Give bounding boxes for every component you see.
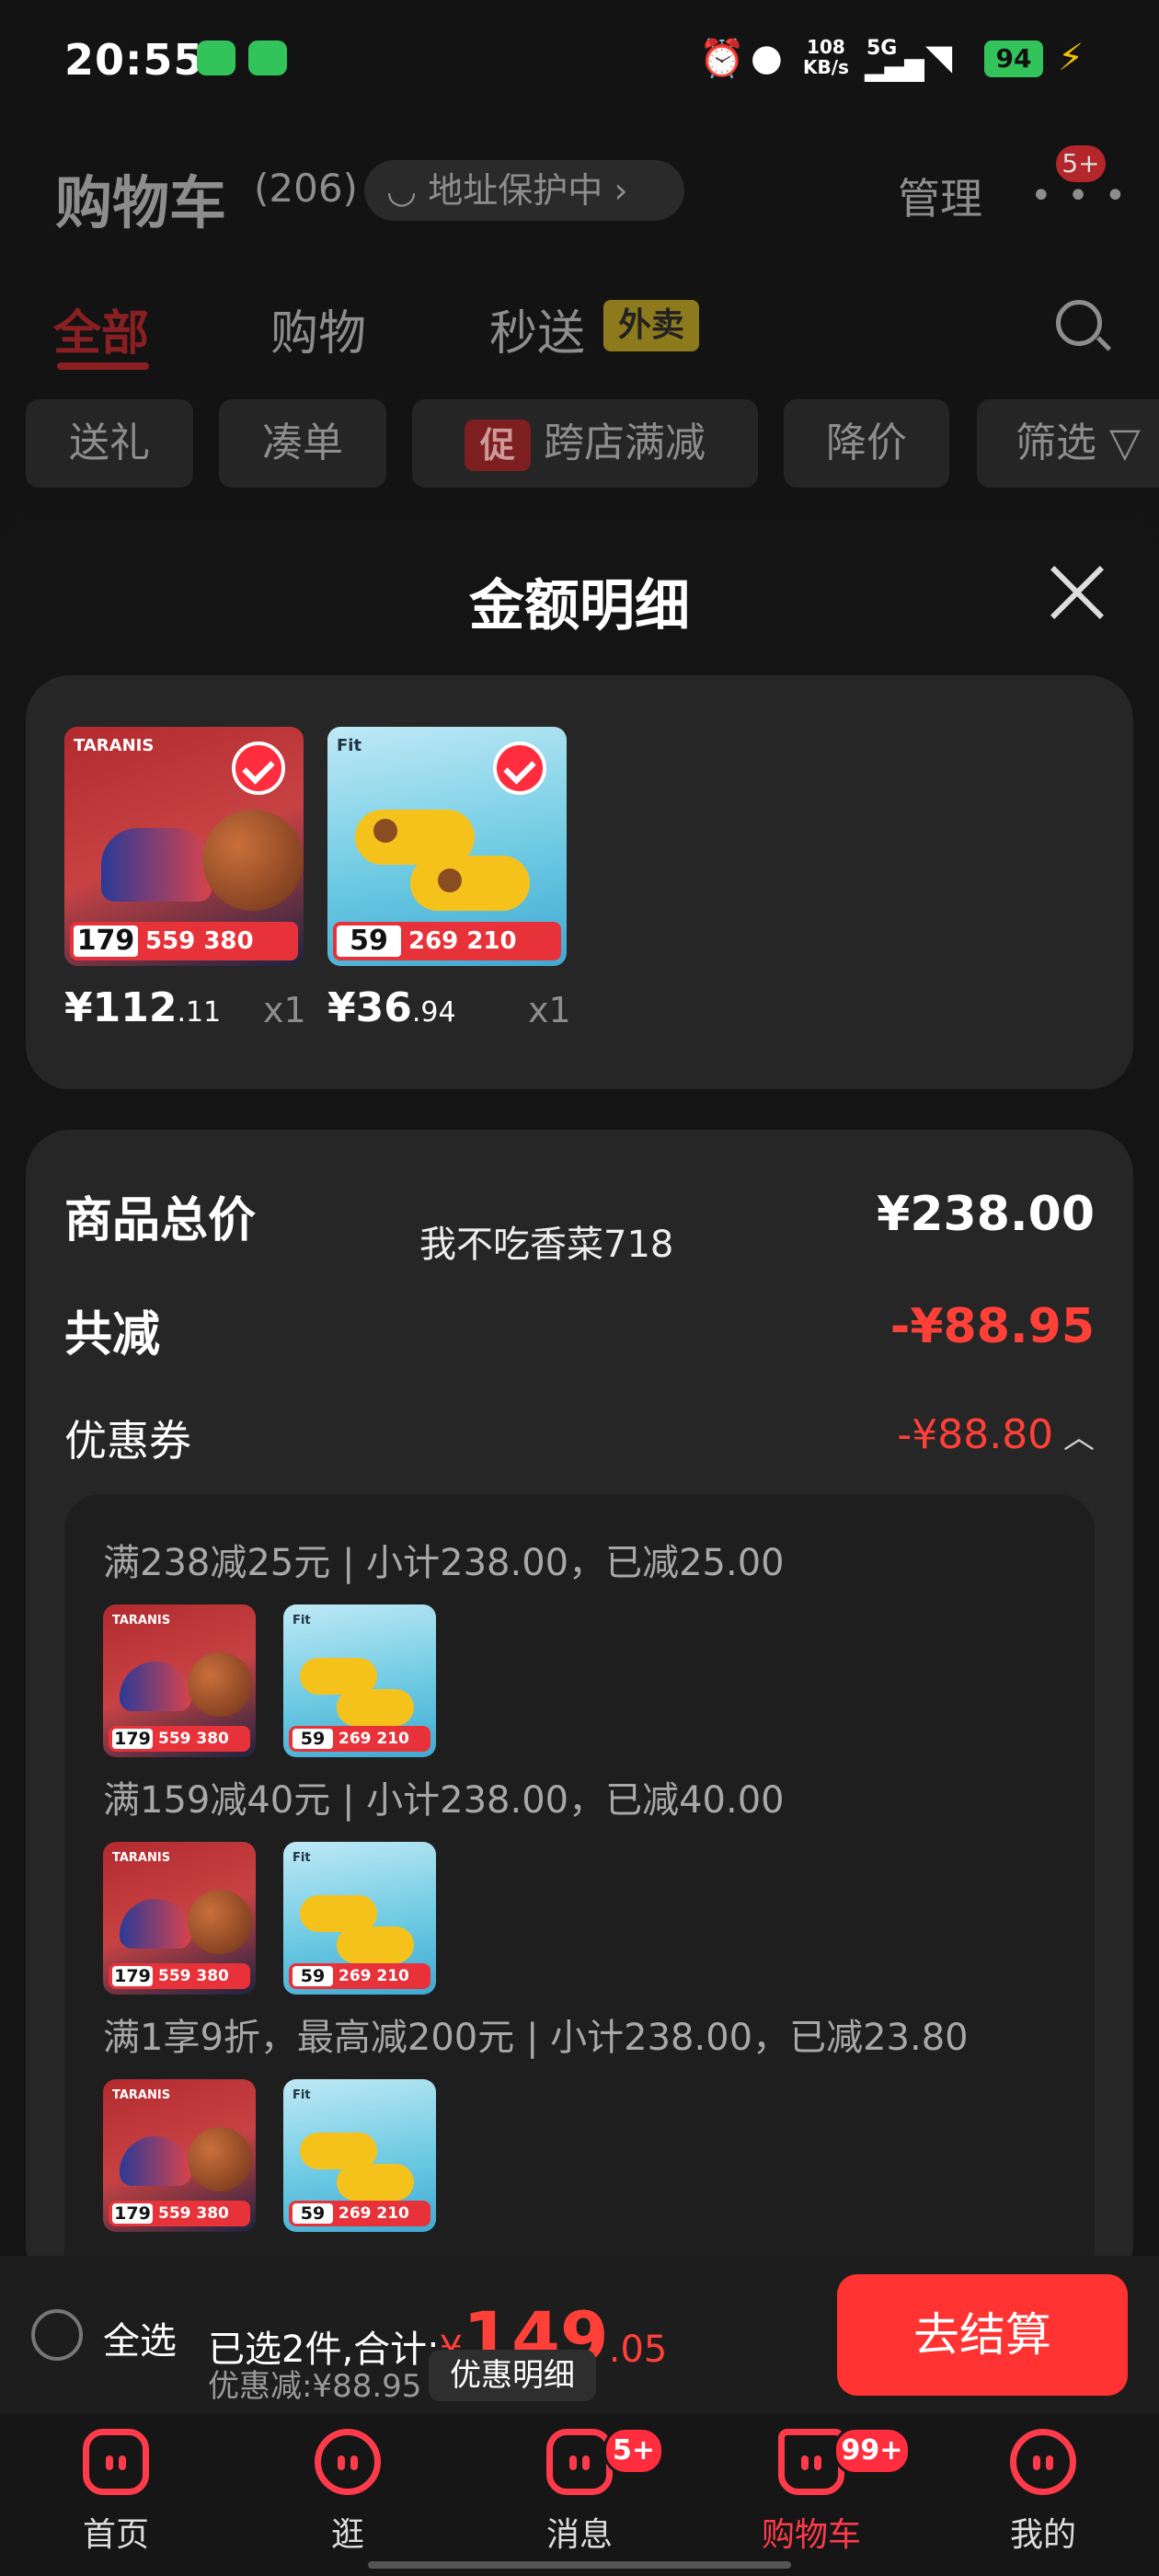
tab-shopping[interactable]: 购物: [270, 294, 366, 363]
checkout-button[interactable]: 去结算: [837, 2274, 1128, 2396]
cart-badge: 99+: [833, 2427, 911, 2475]
coupon-rule: 满238减25元 | 小计238.00，已减25.00: [103, 1542, 785, 1584]
profile-icon: [1010, 2429, 1076, 2495]
select-all-label[interactable]: 全选: [103, 2311, 177, 2364]
home-icon: [83, 2429, 149, 2495]
item-quantity: x1: [263, 990, 306, 1030]
coupon-product-thumb: Fit 59 269 210: [283, 1604, 436, 1757]
nav-profile[interactable]: 我的: [970, 2429, 1117, 2556]
manage-button[interactable]: 管理: [898, 166, 982, 226]
coupon-product-thumb: TARANIS 179 559 380: [103, 1842, 256, 1995]
coupon-product-thumb: Fit 59 269 210: [283, 2079, 436, 2232]
signal-icon: ▂▄▆: [865, 52, 924, 82]
status-time: 20:55: [64, 35, 204, 85]
net-speed: 108 KB/s: [803, 36, 849, 78]
wechat-icon: [248, 40, 287, 75]
cart-count: (206): [254, 166, 358, 211]
nav-browse[interactable]: 逛: [274, 2429, 421, 2556]
messages-badge: 5+: [603, 2427, 664, 2475]
item-quantity: x1: [528, 990, 571, 1030]
coupon-product-thumb: TARANIS 179 559 380: [103, 2079, 256, 2232]
chip-filter[interactable]: 筛选 ▽: [977, 399, 1159, 488]
saved-value: -¥88.95: [889, 1299, 1095, 1354]
promo-icon: 促: [465, 420, 531, 471]
location-icon: ●: [751, 37, 783, 79]
selected-check-icon: [493, 742, 546, 795]
address-protection-pill[interactable]: ◡ 地址保护中 ›: [364, 160, 684, 221]
message-icon: [546, 2429, 613, 2495]
charging-icon: ⚡: [1058, 37, 1084, 79]
product-thumbnail-slipper[interactable]: Fit 59 269 210: [327, 727, 567, 966]
home-indicator: [368, 2561, 791, 2569]
shield-icon: ◡: [386, 170, 429, 211]
waimai-tag: 外卖: [603, 300, 699, 351]
discount-text: 优惠减:¥88.95: [208, 2368, 422, 2405]
coupon-label: 优惠券: [64, 1416, 191, 1466]
search-icon[interactable]: [1056, 300, 1102, 346]
chip-gift[interactable]: 送礼: [26, 399, 193, 488]
coupon-product-thumb: Fit 59 269 210: [283, 1842, 436, 1995]
item-price: ¥36.94: [327, 984, 456, 1031]
discount-detail-button[interactable]: 优惠明细: [429, 2350, 596, 2401]
total-label: 商品总价: [64, 1193, 257, 1248]
chip-price-drop[interactable]: 降价: [784, 399, 949, 488]
tab-instant[interactable]: 秒送: [489, 294, 585, 363]
close-icon[interactable]: [1049, 563, 1107, 622]
total-value: ¥238.00: [877, 1187, 1095, 1242]
more-badge: 5+: [1056, 145, 1106, 182]
select-all-radio[interactable]: [31, 2309, 83, 2361]
coupon-product-thumb: TARANIS 179 559 380: [103, 1604, 256, 1757]
wechat-icon: [197, 40, 235, 75]
coupon-rule: 满159减40元 | 小计238.00，已减40.00: [103, 1779, 785, 1822]
chevron-up-icon: ︿: [1053, 1420, 1095, 1456]
browse-icon: [315, 2429, 381, 2495]
coupon-row-toggle[interactable]: -¥88.80 ︿: [662, 1411, 1095, 1458]
selected-check-icon: [232, 742, 285, 795]
product-thumbnail-shoe[interactable]: TARANIS 179 559 380: [64, 727, 304, 966]
chip-cross-store[interactable]: 促跨店满减: [412, 399, 758, 488]
coupon-rule: 满1享9折，最高减200元 | 小计238.00，已减23.80: [103, 2017, 969, 2059]
battery-indicator: 94: [984, 40, 1043, 77]
item-price: ¥112.11: [64, 984, 222, 1031]
nav-home[interactable]: 首页: [42, 2429, 189, 2556]
saved-label: 共减: [64, 1307, 161, 1363]
chevron-right-icon: ›: [602, 170, 628, 211]
sheet-title: 金额明细: [469, 574, 690, 638]
wifi-icon: ◥: [925, 37, 953, 77]
tab-all[interactable]: 全部: [53, 294, 149, 363]
page-title: 购物车: [55, 169, 227, 236]
filter-icon: ▽: [1096, 420, 1141, 466]
tab-underline: [57, 362, 149, 370]
chip-bundle[interactable]: 凑单: [219, 399, 386, 488]
watermark-text: 我不吃香菜718: [419, 1224, 674, 1266]
alarm-icon: ⏰: [699, 38, 745, 80]
